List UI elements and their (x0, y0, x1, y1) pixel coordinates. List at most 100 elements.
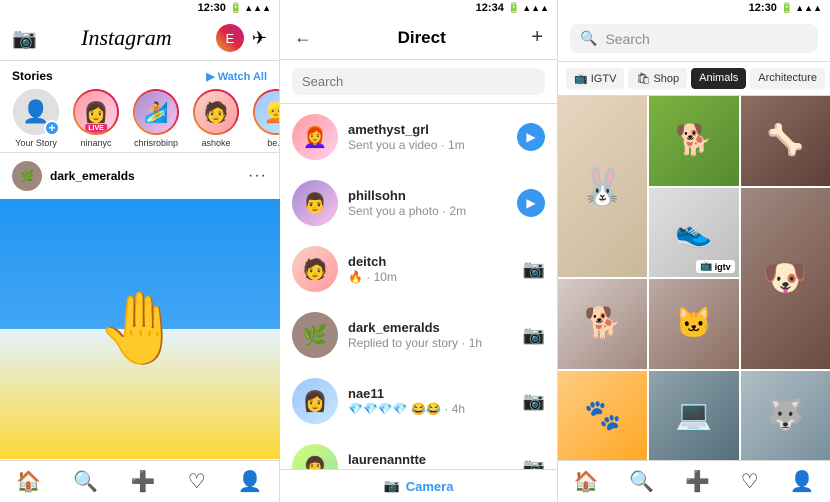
tab-shop[interactable]: 🛍 Shop (628, 68, 687, 89)
dm-avatar-dark-emeralds: 🌿 (292, 312, 338, 358)
tab-animals-label: Animals (699, 72, 738, 84)
grid-cell-dog3[interactable]: 🐾 (558, 371, 647, 461)
story-avatar-chrisrobinp[interactable]: 🏄 (133, 89, 179, 135)
avatar-emoji-ninanyc: 👩 (84, 100, 109, 125)
signal-icon-2: ▲▲▲ (522, 3, 549, 13)
story-label-ashoke: ashoke (201, 138, 230, 148)
nav-add-icon[interactable]: ➕ (131, 469, 156, 494)
avatar-emoji-ashoke: 🧑 (204, 100, 229, 125)
grid-cell-sneakers[interactable]: 👟 📺 igtv (649, 188, 738, 278)
dm-preview-nae11: 💎💎💎💎 😂😂 · 4h (348, 402, 513, 416)
new-message-button[interactable]: + (531, 26, 543, 49)
battery-icon-2: 🔋 (508, 3, 520, 14)
grid-cell-dog-red[interactable]: 🦴 (741, 96, 830, 186)
explore-nav-heart-icon[interactable]: ♡ (741, 469, 759, 494)
status-time-2: 12:34 (476, 2, 504, 14)
grid-cell-dog-field[interactable]: 🐕 (649, 96, 738, 186)
story-item-ninanyc[interactable]: 👩 LIVE ninanyc (70, 89, 122, 148)
explore-search-box[interactable]: 🔍 Search (570, 24, 818, 53)
story-label-your: Your Story (15, 138, 57, 148)
back-button[interactable]: ← (294, 27, 312, 48)
tab-igtv[interactable]: 📺 IGTV (566, 68, 624, 89)
dm-name-phillsohn: phillsohn (348, 188, 507, 203)
story-avatar-ashoke[interactable]: 🧑 (193, 89, 239, 135)
nav-search-icon[interactable]: 🔍 (73, 469, 98, 494)
story-avatar-ninanyc[interactable]: 👩 LIVE (73, 89, 119, 135)
stories-header: Stories ▶ Watch All (0, 69, 279, 89)
direct-search-input[interactable] (292, 68, 545, 95)
story-avatar-be[interactable]: 👱 (253, 89, 279, 135)
direct-search-area (280, 60, 557, 104)
nav-profile-icon[interactable]: 👤 (238, 469, 263, 494)
dm-item-phillsohn[interactable]: 👨 phillsohn Sent you a photo · 2m ▶ (280, 170, 557, 236)
dm-item-dark-emeralds[interactable]: 🌿 dark_emeralds Replied to your story · … (280, 302, 557, 368)
dm-item-amethyst[interactable]: 👩‍🦰 amethyst_grl Sent you a video · 1m ▶ (280, 104, 557, 170)
nav-heart-icon[interactable]: ♡ (188, 469, 206, 494)
dm-play-btn-amethyst[interactable]: ▶ (517, 123, 545, 151)
dm-item-deitch[interactable]: 🧑 deitch 🔥 · 10m 📷 (280, 236, 557, 302)
camera-icon[interactable]: 📷 (12, 26, 37, 51)
direct-header: ← Direct + (280, 16, 557, 60)
grid-cell-cat[interactable]: 🐱 (649, 279, 738, 369)
direct-icon[interactable]: ✈ (252, 28, 267, 49)
explore-nav: 🏠 🔍 ➕ ♡ 👤 (558, 460, 830, 502)
app-title: Instagram (81, 25, 171, 51)
explore-nav-add-icon[interactable]: ➕ (685, 469, 710, 494)
status-time-1: 12:30 (198, 2, 226, 14)
dm-preview-phillsohn: Sent you a photo · 2m (348, 204, 507, 218)
dm-item-laurenanntte[interactable]: 👩‍🦱 laurenanntte Replied to your story ·… (280, 434, 557, 469)
explore-nav-search-icon[interactable]: 🔍 (629, 469, 654, 494)
dm-list: 👩‍🦰 amethyst_grl Sent you a video · 1m ▶… (280, 104, 557, 469)
dm-name-dark-emeralds: dark_emeralds (348, 320, 513, 335)
camera-button[interactable]: 📷 Camera (384, 478, 454, 494)
nav-home-icon[interactable]: 🏠 (16, 469, 41, 494)
story-item-chrisrobinp[interactable]: 🏄 chrisrobinp (130, 89, 182, 148)
watch-all-button[interactable]: ▶ Watch All (206, 70, 267, 83)
grid-cell-bunny[interactable]: 🐰 (558, 96, 647, 277)
avatar-img-ninanyc: 👩 LIVE (75, 91, 117, 133)
stories-section: Stories ▶ Watch All 👤 + Your Story 👩 LIV… (0, 61, 279, 153)
explore-search-header: 🔍 Search (558, 16, 830, 62)
explore-nav-profile-icon[interactable]: 👤 (790, 469, 815, 494)
explore-grid: 🐰 🐕 🦴 👟 📺 igtv 🐶 🐕 🐱 🐾 (558, 96, 830, 460)
tab-architecture[interactable]: Architecture (750, 68, 825, 89)
avatar-img-chrisrobinp: 🏄 (135, 91, 177, 133)
dm-info-laurenanntte: laurenanntte Replied to your story · 4h (348, 452, 513, 469)
dm-item-nae11[interactable]: 👩 nae11 💎💎💎💎 😂😂 · 4h 📷 (280, 368, 557, 434)
tab-animals[interactable]: Animals (691, 68, 746, 89)
story-item-your[interactable]: 👤 + Your Story (10, 89, 62, 148)
igtv-badge: 📺 igtv (696, 260, 734, 273)
post-username[interactable]: dark_emeralds (50, 169, 135, 183)
panel-feed: 12:30 🔋 ▲▲▲ 📷 Instagram E ✈ Stories ▶ Wa… (0, 0, 280, 502)
dm-preview-amethyst: Sent you a video · 1m (348, 138, 507, 152)
add-story-icon: + (44, 120, 60, 136)
story-label-chrisrobinp: chrisrobinp (134, 138, 178, 148)
post-options-icon[interactable]: ··· (248, 167, 267, 185)
post-avatar[interactable]: 🌿 (12, 161, 42, 191)
tv-icon: 📺 (700, 261, 712, 272)
avatar-img-be: 👱 (255, 91, 279, 133)
story-item-be[interactable]: 👱 be... (250, 89, 279, 148)
explore-tabs: 📺 IGTV 🛍 Shop Animals Architecture Scien… (558, 62, 830, 96)
dm-play-btn-phillsohn[interactable]: ▶ (517, 189, 545, 217)
dm-name-amethyst: amethyst_grl (348, 122, 507, 137)
your-story-avatar[interactable]: 👤 + (13, 89, 59, 135)
story-label-be: be... (267, 138, 279, 148)
story-item-ashoke[interactable]: 🧑 ashoke (190, 89, 242, 148)
activity-icon[interactable]: E (216, 24, 244, 52)
direct-camera-bar: 📷 Camera (280, 469, 557, 502)
grid-cell-laptop[interactable]: 💻 (649, 371, 738, 461)
battery-icon-3: 🔋 (781, 3, 793, 14)
avatar-emoji-be: 👱 (264, 100, 279, 125)
grid-cell-dog-brown[interactable]: 🐶 (741, 188, 830, 369)
explore-nav-home-icon[interactable]: 🏠 (573, 469, 598, 494)
tab-shop-label: 🛍 Shop (636, 73, 679, 85)
dm-info-dark-emeralds: dark_emeralds Replied to your story · 1h (348, 320, 513, 350)
panel-direct: 12:34 🔋 ▲▲▲ ← Direct + 👩‍🦰 amethyst_grl … (280, 0, 558, 502)
dm-avatar-phillsohn: 👨 (292, 180, 338, 226)
tab-igtv-label: 📺 IGTV (574, 73, 616, 85)
feed-nav: 🏠 🔍 ➕ ♡ 👤 (0, 460, 279, 502)
explore-search-icon: 🔍 (580, 30, 597, 47)
grid-cell-husky[interactable]: 🐺 (741, 371, 830, 461)
grid-cell-dog2[interactable]: 🐕 (558, 279, 647, 369)
